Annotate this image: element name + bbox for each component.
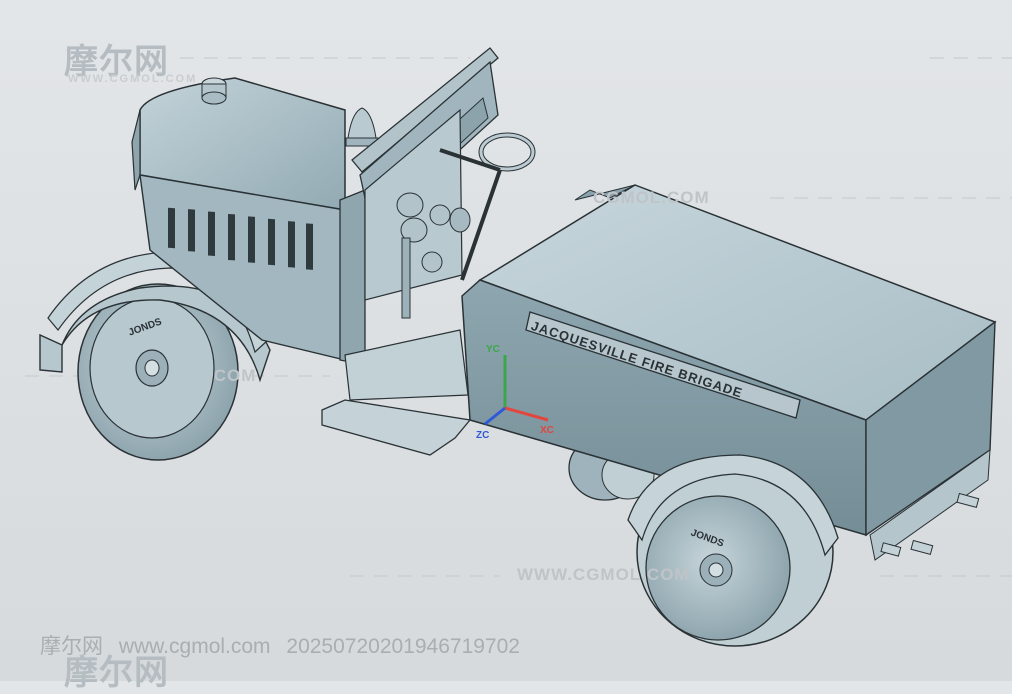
cad-viewport[interactable]: 摩尔网 WWW.CGMOL.COM CGMOL.COM WWW.CGMOL.CO… (0, 0, 1012, 692)
axis-label-z: ZC (476, 430, 490, 441)
fire-truck-model (25, 47, 1012, 647)
axis-label-y: YC (486, 344, 500, 355)
watermark-url-mid: .COM (208, 366, 257, 385)
running-board (321, 399, 472, 456)
axis-label-x: XC (540, 425, 554, 436)
watermark-logo-url: WWW.CGMOL.COM (68, 73, 198, 85)
watermark-logo-bottom: 摩尔网 (64, 654, 169, 692)
watermark-url-bottom: WWW.CGMOL.COM (517, 565, 690, 584)
watermark-url-top: CGMOL.COM (593, 188, 710, 207)
footer-id: 20250720201946719702 (286, 635, 520, 658)
